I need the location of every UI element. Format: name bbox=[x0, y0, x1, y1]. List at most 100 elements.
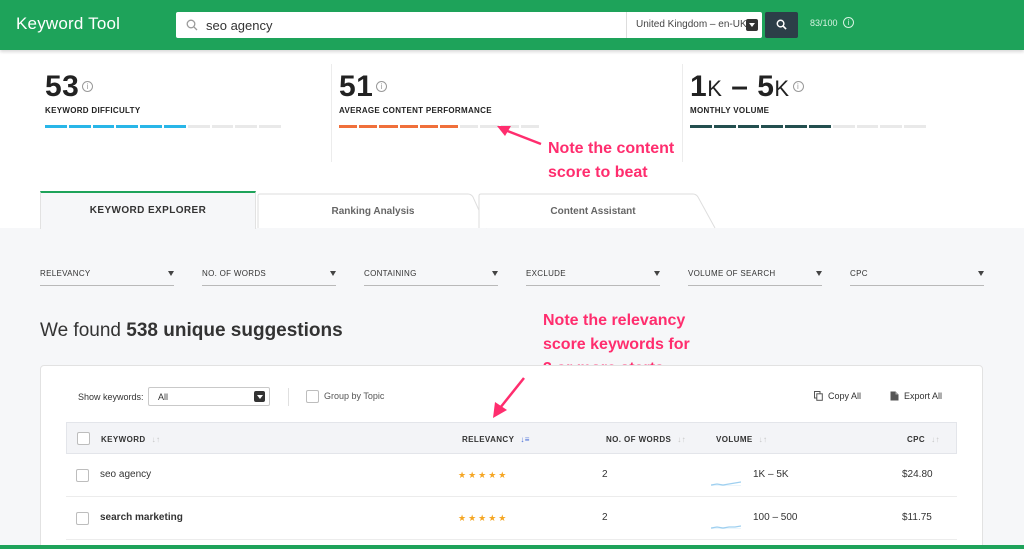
tab-keyword-explorer[interactable]: KEYWORD EXPLORER bbox=[40, 191, 256, 229]
filter-cpc[interactable]: CPC bbox=[850, 264, 984, 286]
chevron-down-icon bbox=[654, 271, 660, 276]
cpc-cell: $24.80 bbox=[902, 469, 933, 480]
column-no-of-words[interactable]: NO. OF WORDS ↓↑ bbox=[606, 435, 686, 444]
monthly-volume-card: 1K – 5K i MONTHLY VOLUME bbox=[690, 70, 926, 128]
chevron-down-icon bbox=[254, 391, 265, 402]
filter-label: RELEVANCY bbox=[40, 269, 91, 278]
metric-bar-segment bbox=[92, 125, 115, 128]
annotation-line: score to beat bbox=[548, 164, 648, 181]
show-keywords-select[interactable]: All bbox=[148, 387, 270, 406]
content-performance-value: 51 i bbox=[339, 70, 639, 104]
filter-label: CONTAINING bbox=[364, 269, 417, 278]
filter-exclude[interactable]: EXCLUDE bbox=[526, 264, 660, 286]
copy-all-button[interactable]: Copy All bbox=[814, 390, 861, 402]
monthly-volume-bar bbox=[690, 125, 926, 128]
divider bbox=[288, 388, 289, 406]
group-by-topic-checkbox[interactable] bbox=[306, 390, 319, 403]
select-all-checkbox[interactable] bbox=[77, 432, 90, 445]
column-volume[interactable]: VOLUME ↓↑ bbox=[716, 435, 767, 444]
group-by-topic-label: Group by Topic bbox=[324, 391, 385, 401]
metric-bar-segment bbox=[339, 125, 358, 128]
metric-bar-segment bbox=[45, 125, 67, 128]
annotation-arrow-icon bbox=[493, 377, 525, 418]
locale-value: United Kingdom – en-UK bbox=[636, 19, 747, 30]
filter-label: CPC bbox=[850, 269, 868, 278]
chevron-down-icon bbox=[746, 19, 758, 31]
search-input[interactable] bbox=[206, 15, 616, 35]
sort-icon: ↓↑ bbox=[151, 435, 161, 444]
volume-cell: 100 – 500 bbox=[753, 512, 798, 523]
chevron-down-icon bbox=[168, 271, 174, 276]
export-all-button[interactable]: Export All bbox=[890, 391, 942, 402]
monthly-volume-value: 1K – 5K i bbox=[690, 70, 926, 104]
column-cpc[interactable]: CPC ↓↑ bbox=[907, 435, 940, 444]
words-cell: 2 bbox=[602, 469, 608, 480]
metric-bar-segment bbox=[235, 125, 258, 128]
filter-label: NO. OF WORDS bbox=[202, 269, 267, 278]
table-header: KEYWORD ↓↑ RELEVANCY ↓≡ NO. OF WORDS ↓↑ VOL… bbox=[66, 422, 957, 454]
top-bar: Keyword Tool United Kingdom – en-UK 83/1… bbox=[0, 0, 1024, 50]
sort-icon: ↓↑ bbox=[758, 435, 768, 444]
search-icon bbox=[186, 19, 198, 31]
keyword-cell[interactable]: seo agency bbox=[100, 469, 151, 480]
tab-content-assistant[interactable]: Content Assistant bbox=[482, 193, 704, 231]
show-keywords-value: All bbox=[158, 392, 169, 402]
relevancy-stars: ★★★★★ bbox=[458, 513, 509, 523]
info-icon[interactable]: i bbox=[843, 17, 854, 28]
chevron-down-icon bbox=[492, 271, 498, 276]
info-icon[interactable]: i bbox=[792, 80, 804, 92]
metric-bar-segment bbox=[761, 125, 784, 128]
metric-bar-segment bbox=[737, 125, 760, 128]
volume-sparkline bbox=[711, 481, 741, 486]
metric-bar-segment bbox=[379, 125, 398, 128]
sort-icon: ↓↑ bbox=[677, 435, 687, 444]
column-keyword[interactable]: KEYWORD ↓↑ bbox=[101, 435, 160, 444]
filter-no-of-words[interactable]: NO. OF WORDS bbox=[202, 264, 336, 286]
keyword-cell[interactable]: search marketing bbox=[100, 512, 183, 523]
table-row[interactable]: search marketing ★★★★★ 2 100 – 500 $11.7… bbox=[66, 497, 957, 540]
info-icon[interactable]: i bbox=[82, 80, 94, 92]
content-performance-card: 51 i AVERAGE CONTENT PERFORMANCE bbox=[339, 70, 639, 128]
metric-bar-segment bbox=[904, 125, 926, 128]
search-button[interactable] bbox=[765, 12, 798, 38]
annotation-line: Note the content bbox=[548, 140, 675, 157]
divider bbox=[331, 64, 332, 162]
keyword-difficulty-bar bbox=[45, 125, 281, 128]
annotation-arrow-icon bbox=[497, 126, 542, 146]
table-row[interactable]: seo agency ★★★★★ 2 1K – 5K $24.80 bbox=[66, 454, 957, 497]
bottom-bar bbox=[0, 545, 1024, 549]
copy-icon bbox=[814, 390, 823, 401]
chevron-down-icon bbox=[816, 271, 822, 276]
volume-cell: 1K – 5K bbox=[753, 469, 789, 480]
sort-icon: ↓↑ bbox=[931, 435, 940, 444]
filter-volume-of-search[interactable]: VOLUME OF SEARCH bbox=[688, 264, 822, 286]
app-title[interactable]: Keyword Tool bbox=[16, 14, 120, 34]
locale-select[interactable]: United Kingdom – en-UK bbox=[626, 12, 762, 38]
annotation-line: score keywords for bbox=[543, 336, 690, 353]
keyword-difficulty-label: KEYWORD DIFFICULTY bbox=[45, 106, 141, 115]
metric-bar-segment bbox=[713, 125, 736, 128]
metric-bar-segment bbox=[832, 125, 855, 128]
chevron-down-icon bbox=[978, 271, 984, 276]
quota-counter: 83/100 bbox=[810, 18, 838, 28]
search-box[interactable] bbox=[176, 12, 626, 38]
info-icon[interactable]: i bbox=[376, 80, 388, 92]
metric-bar-segment bbox=[880, 125, 903, 128]
metric-bar-segment bbox=[187, 125, 210, 128]
filter-label: EXCLUDE bbox=[526, 269, 566, 278]
tab-ranking-analysis[interactable]: Ranking Analysis bbox=[262, 193, 484, 231]
column-relevancy[interactable]: RELEVANCY ↓≡ bbox=[462, 435, 530, 444]
volume-sparkline bbox=[711, 525, 741, 529]
row-checkbox[interactable] bbox=[76, 469, 89, 482]
results-count: 538 unique suggestions bbox=[126, 320, 343, 341]
results-prefix: We found bbox=[40, 320, 127, 341]
sort-desc-icon: ↓≡ bbox=[520, 435, 530, 444]
content-score-annotation: Note the content score to beat bbox=[548, 137, 674, 185]
filter-relevancy[interactable]: RELEVANCY bbox=[40, 264, 174, 286]
row-checkbox[interactable] bbox=[76, 512, 89, 525]
keyword-difficulty-card: 53 i KEYWORD DIFFICULTY bbox=[45, 70, 281, 128]
filter-containing[interactable]: CONTAINING bbox=[364, 264, 498, 286]
metric-bar-segment bbox=[211, 125, 234, 128]
words-cell: 2 bbox=[602, 512, 608, 523]
metric-bar-segment bbox=[460, 125, 479, 128]
